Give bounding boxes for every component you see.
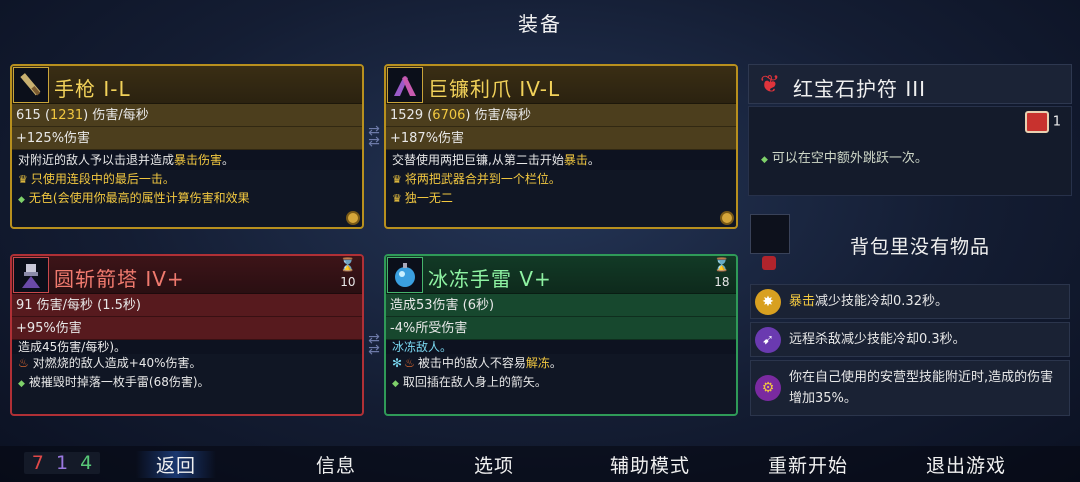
bullet-icon: ◆ [18,379,25,389]
dps-stat: 1529 (6706) 伤害/每秒 [386,104,736,127]
bullet-icon: ◆ [18,195,25,205]
mutation-item[interactable]: ⚙ 你在自己使用的安营型技能附近时,造成的伤害增加35%。 [750,360,1070,416]
cooldown-timer: ⌛ 10 [339,258,356,289]
backpack-tag-icon [762,256,776,270]
amulet-body: 1 ◆ 可以在空中额外跳跃一次。 [748,106,1072,196]
crown-icon: ♛ [392,173,402,186]
skill-card-grenade[interactable]: 冰冻手雷 V+ ⌛ 18 造成53伤害 (6秒) -4%所受伤害 冰冻敌人。 ✻… [384,254,738,416]
ranged-mutation-icon: ➹ [755,326,781,353]
damage-stat: 造成53伤害 (6秒) [386,294,736,317]
fist-icon [1024,111,1049,133]
weapon-trait: ♛ 只使用连段中的最后一击。 [18,172,175,186]
snowflake-icon: ✻ [392,356,403,370]
ruby-amulet-icon: ❦ [759,70,781,98]
dps-stat: 91 伤害/每秒 (1.5秒) [12,294,362,317]
weapon-trait: ♛ 独一无二 [392,191,453,205]
skill-trait: ◆ 取回插在敌人身上的箭矢。 [392,375,547,389]
weapon-name: 巨镰利爪 IV-L [428,77,561,101]
camp-mutation-icon: ⚙ [755,375,781,401]
page-title: 装备 [518,12,562,36]
turret-icon [13,257,49,293]
damage-bonus: +125%伤害 [12,127,362,150]
amulet-description: ◆ 可以在空中额外跳跃一次。 [761,151,928,166]
survival-count: 4 [80,452,93,474]
card-header: 冰冻手雷 V+ ⌛ 18 [386,256,736,294]
tactics-count: 1 [55,452,69,474]
pistol-icon [13,67,49,103]
card-header: 圆斩箭塔 IV+ ⌛ 10 [12,256,362,294]
weapon-card-pistol[interactable]: 手枪 I-L 615 (1231) 伤害/每秒 +125%伤害 对附近的敌人予以… [10,64,364,229]
bottom-menu-bar: 7 1 4 返回 信息 选项 辅助模式 重新开始 退出游戏 [0,446,1080,482]
skill-name: 圆斩箭塔 IV+ [54,267,185,291]
swap-arrows-icon[interactable]: ⇄ ⇄ [363,124,385,149]
mutation-counter: 1 [1024,111,1061,133]
info-button[interactable]: 信息 [316,451,356,478]
restart-button[interactable]: 重新开始 [768,451,848,478]
crown-icon: ♛ [392,192,402,205]
swap-arrows-icon[interactable]: ⇄ ⇄ [363,332,385,357]
card-header: 手枪 I-L [12,66,362,104]
brutality-count: 7 [31,452,44,474]
damage-bonus: +187%伤害 [386,127,736,150]
legendary-badge-icon [720,211,734,225]
crit-mutation-icon: ✸ [755,288,781,315]
hourglass-icon: ⌛ [339,258,356,273]
bullet-icon: ◆ [392,379,399,389]
legendary-badge-icon [346,211,360,225]
weapon-description: 对附近的敌人予以击退并造成暴击伤害。 [12,150,362,170]
mutation-item[interactable]: ✸ 暴击减少技能冷却0.32秒。 [750,284,1070,319]
back-button[interactable]: 返回 [136,451,217,478]
skill-card-turret[interactable]: 圆斩箭塔 IV+ ⌛ 10 91 伤害/每秒 (1.5秒) +95%伤害 造成4… [10,254,364,416]
backpack-empty-text: 背包里没有物品 [850,236,991,258]
hourglass-icon: ⌛ [713,258,730,273]
backpack-panel[interactable]: 背包里没有物品 [750,214,1070,272]
weapon-trait: ◆ 无色(会使用你最高的属性计算伤害和效果 [18,191,250,205]
bullet-icon: ◆ [761,155,768,165]
fire-icon: ♨ [404,356,415,370]
damage-bonus: +95%伤害 [12,317,362,340]
weapon-description: 交替使用两把巨镰,从第二击开始暴击。 [386,150,736,170]
backpack-slot[interactable] [750,214,790,254]
skill-trait: ✻ ♨ 被击中的敌人不容易解冻。 [392,356,562,370]
assist-mode-button[interactable]: 辅助模式 [610,451,690,478]
amulet-name: 红宝石护符 III [793,77,927,101]
skill-name: 冰冻手雷 V+ [428,267,552,291]
cooldown-timer: ⌛ 18 [713,258,730,289]
weapon-card-scythe[interactable]: 巨镰利爪 IV-L 1529 (6706) 伤害/每秒 +187%伤害 交替使用… [384,64,738,229]
damage-reduction: -4%所受伤害 [386,317,736,340]
amulet-panel[interactable]: ❦ 红宝石护符 III 1 ◆ 可以在空中额外跳跃一次。 [748,64,1072,196]
scythe-claw-icon [387,67,423,103]
dps-stat: 615 (1231) 伤害/每秒 [12,104,362,127]
fire-icon: ♨ [18,356,29,370]
amulet-header: ❦ 红宝石护符 III [748,64,1072,104]
options-button[interactable]: 选项 [474,451,514,478]
skill-description: 冰冻敌人。 [386,340,736,354]
skill-trait: ◆ 被摧毁时掉落一枚手雷(68伤害)。 [18,375,210,389]
stat-scrolls: 7 1 4 [24,452,100,474]
quit-game-button[interactable]: 退出游戏 [926,451,1006,478]
skill-trait: ♨ 对燃烧的敌人造成+40%伤害。 [18,356,202,370]
ice-grenade-icon [387,257,423,293]
skill-description: 造成45伤害/每秒)。 [12,340,362,354]
mutation-item[interactable]: ➹ 远程杀敌减少技能冷却0.3秒。 [750,322,1070,357]
crown-icon: ♛ [18,173,28,186]
weapon-trait: ♛ 将两把武器合并到一个栏位。 [392,172,561,186]
weapon-name: 手枪 I-L [54,77,131,101]
card-header: 巨镰利爪 IV-L [386,66,736,104]
mutation-list: ✸ 暴击减少技能冷却0.32秒。 ➹ 远程杀敌减少技能冷却0.3秒。 ⚙ 你在自… [750,284,1070,419]
